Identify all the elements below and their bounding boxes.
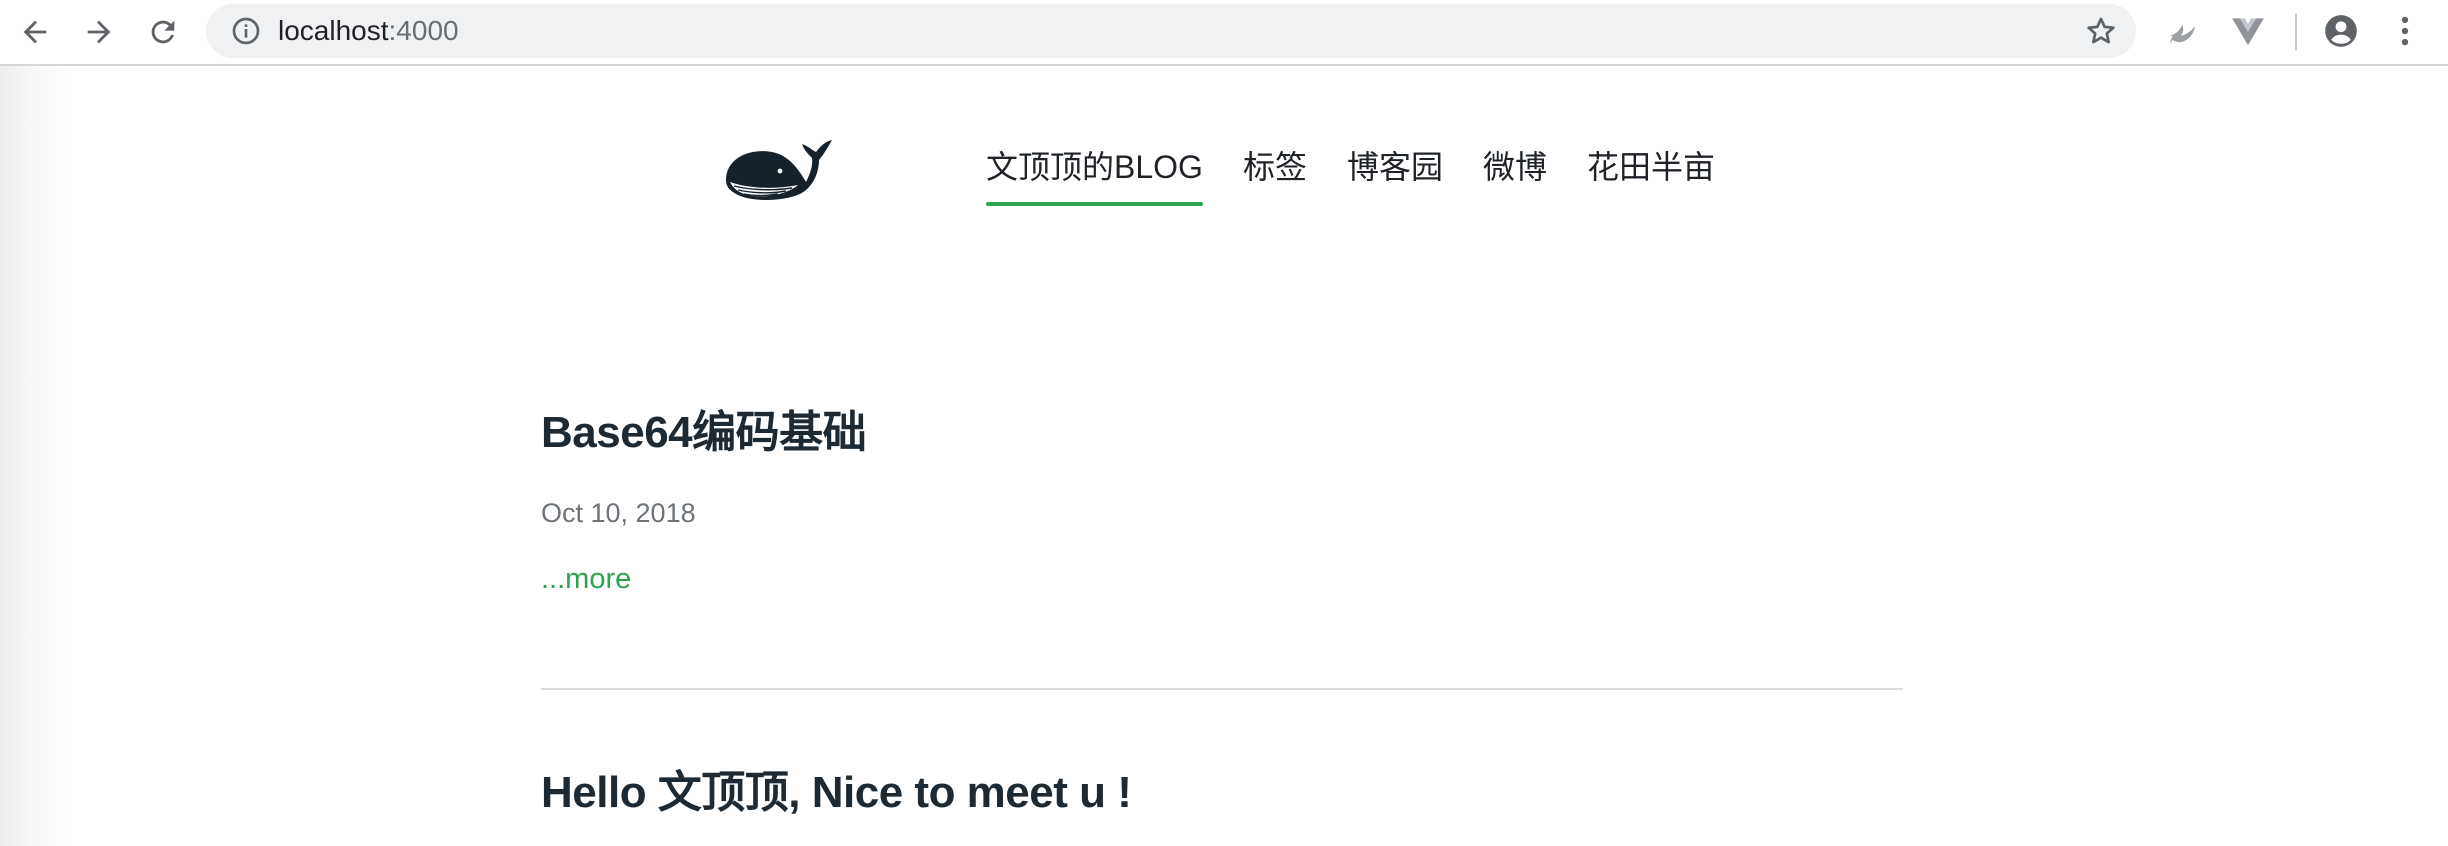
toolbar-separator <box>2295 14 2297 50</box>
whale-logo[interactable] <box>720 130 838 206</box>
info-icon[interactable] <box>230 15 262 47</box>
forward-button[interactable] <box>73 6 125 58</box>
nav-item-weibo[interactable]: 微博 <box>1483 142 1547 202</box>
back-button[interactable] <box>9 6 61 58</box>
url-text: localhost:4000 <box>278 4 459 58</box>
arrow-left-icon <box>23 20 47 44</box>
reload-button[interactable] <box>137 6 189 58</box>
star-icon[interactable] <box>2084 14 2118 48</box>
kebab-menu-icon[interactable] <box>2386 12 2424 50</box>
read-more-link[interactable]: ...more <box>541 563 631 596</box>
post-item: Hello 文顶顶, Nice to meet u ! <box>541 756 1903 820</box>
nav-item-tags[interactable]: 标签 <box>1243 142 1307 202</box>
nav-item-cnblogs[interactable]: 博客园 <box>1347 142 1443 202</box>
post-title[interactable]: Base64编码基础 <box>541 396 1903 460</box>
vue-devtools-icon[interactable] <box>2229 12 2267 50</box>
nav-item-blog[interactable]: 文顶顶的BLOG <box>986 142 1203 206</box>
reload-icon <box>151 20 175 44</box>
address-bar[interactable]: localhost:4000 <box>206 4 2136 58</box>
url-host: localhost <box>278 15 389 46</box>
post-divider <box>541 688 1903 690</box>
main-nav: 文顶顶的BLOG 标签 博客园 微博 花田半亩 <box>986 142 1715 206</box>
page-content: 文顶顶的BLOG 标签 博客园 微博 花田半亩 Base64编码基础 Oct 1… <box>0 66 2448 846</box>
post-title[interactable]: Hello 文顶顶, Nice to meet u ! <box>541 756 1903 820</box>
nav-item-huatian[interactable]: 花田半亩 <box>1587 142 1715 202</box>
url-port: :4000 <box>388 15 459 46</box>
account-icon[interactable] <box>2322 12 2360 50</box>
arrow-right-icon <box>87 20 111 44</box>
post-item: Base64编码基础 Oct 10, 2018 ...more <box>541 396 1903 596</box>
browser-toolbar: localhost:4000 <box>0 0 2448 66</box>
post-date: Oct 10, 2018 <box>541 498 696 528</box>
bird-extension-icon[interactable] <box>2165 12 2203 50</box>
